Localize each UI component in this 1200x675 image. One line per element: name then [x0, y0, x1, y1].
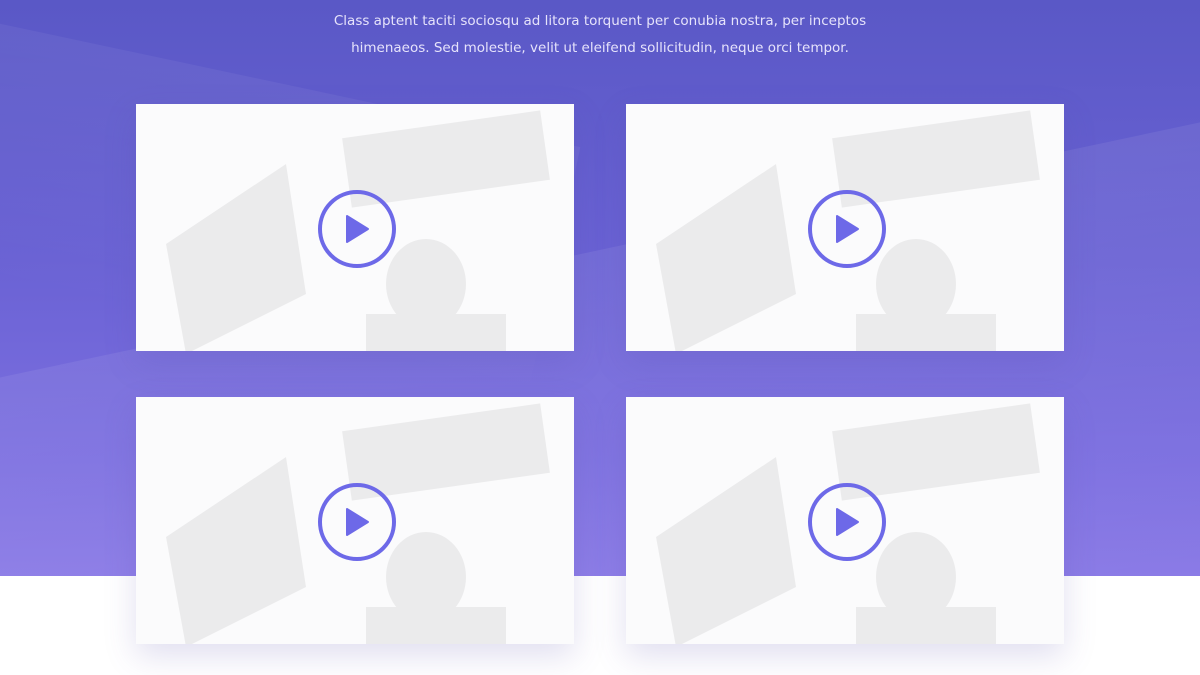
video-card-4[interactable] — [626, 397, 1064, 644]
play-icon — [833, 506, 861, 538]
play-button[interactable] — [808, 190, 886, 268]
intro-line-1: Class aptent taciti sociosqu ad litora t… — [333, 13, 867, 29]
play-icon — [343, 213, 371, 245]
play-button[interactable] — [318, 190, 396, 268]
play-button[interactable] — [318, 483, 396, 561]
video-card-1[interactable] — [136, 104, 574, 351]
video-card-3[interactable] — [136, 397, 574, 644]
intro-text: Class aptent taciti sociosqu ad litora t… — [300, 8, 900, 62]
play-icon — [343, 506, 371, 538]
intro-line-2: himenaeos. Sed molestie, velit ut eleife… — [351, 40, 849, 56]
play-button[interactable] — [808, 483, 886, 561]
play-icon — [833, 213, 861, 245]
video-card-2[interactable] — [626, 104, 1064, 351]
